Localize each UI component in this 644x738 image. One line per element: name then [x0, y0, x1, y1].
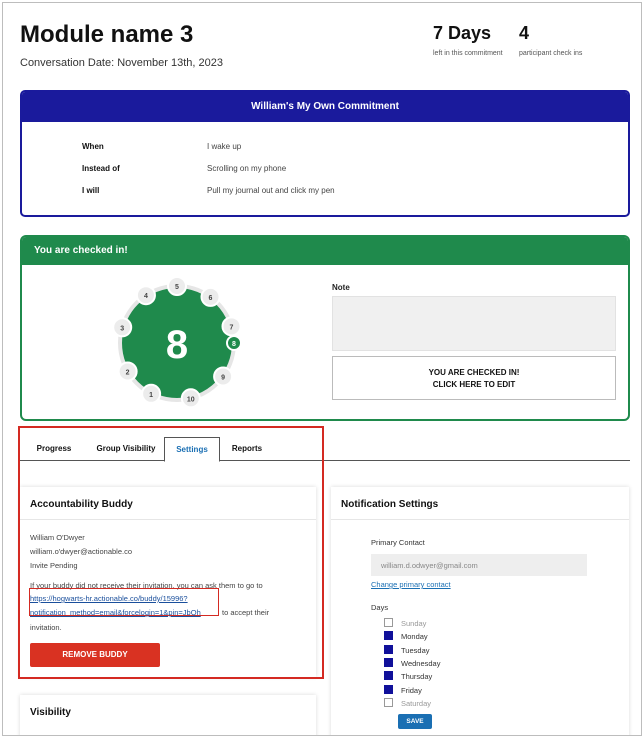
primary-contact-input[interactable]	[371, 554, 587, 576]
dial-day-label: 8	[232, 341, 236, 348]
check-ins-value: 4	[519, 23, 530, 43]
day-label: Friday	[401, 685, 422, 695]
dial-day-label: 2	[126, 370, 130, 377]
dial-day-label: 5	[175, 284, 179, 291]
edit-checkin-line2: CLICK HERE TO EDIT	[432, 380, 516, 389]
dial-day-9[interactable]: 9	[213, 366, 234, 387]
edit-checkin-line1: YOU ARE CHECKED IN!	[428, 368, 520, 377]
dial-day-label: 10	[187, 396, 195, 403]
dial-day-10[interactable]: 10	[180, 388, 201, 409]
conversation-date: Conversation Date: November 13th, 2023	[20, 57, 224, 69]
commitment-value: Pull my journal out and click my pen	[207, 186, 335, 195]
dial-day-2[interactable]: 2	[117, 361, 138, 382]
page-title: Module name 3	[20, 21, 194, 48]
days-left-stat: 7 Days left in this commitment	[433, 23, 503, 57]
day-checkbox[interactable]	[384, 644, 393, 654]
day-checkbox[interactable]	[384, 657, 393, 667]
commitment-key: When	[82, 142, 104, 151]
notification-settings-panel: Notification Settings Primary Contact Ch…	[331, 487, 629, 735]
notification-title: Notification Settings	[341, 499, 439, 510]
day-label: Saturday	[401, 698, 432, 708]
dial-day-8[interactable]: 8	[226, 335, 242, 351]
dial-day-1[interactable]: 1	[141, 383, 162, 404]
day-label: Tuesday	[401, 645, 430, 655]
visibility-title: Visibility	[30, 707, 71, 718]
check-ins-stat: 4 participant check ins	[519, 23, 582, 57]
dial-day-4[interactable]: 4	[135, 285, 156, 306]
edit-checkin-button[interactable]: YOU ARE CHECKED IN! CLICK HERE TO EDIT	[332, 356, 616, 400]
checkin-card: You are checked in! 1 2 3 4 5 6 7 8 9 10 8 Note Y…	[20, 235, 630, 421]
checkin-current-number: 8	[166, 323, 188, 367]
change-primary-contact-link[interactable]: Change primary contact	[371, 580, 451, 589]
commitment-card: William's My Own Commitment When I wake …	[20, 90, 630, 217]
dial-day-label: 6	[209, 295, 213, 302]
note-input[interactable]	[332, 296, 616, 351]
day-checkbox[interactable]	[384, 671, 393, 681]
day-checkbox[interactable]	[384, 631, 393, 641]
dial-day-label: 9	[221, 375, 225, 382]
dial-day-5[interactable]: 5	[167, 276, 187, 296]
divider	[331, 519, 629, 520]
day-checkbox[interactable]	[384, 684, 393, 694]
dial-day-3[interactable]: 3	[112, 317, 133, 338]
commitment-key: Instead of	[82, 164, 120, 173]
highlight-annotation	[18, 426, 324, 679]
commitment-key: I will	[82, 186, 100, 195]
dial-day-label: 4	[144, 293, 148, 300]
visibility-panel: Visibility	[20, 695, 316, 735]
days-left-value: 7 Days	[433, 23, 492, 43]
save-button[interactable]: SAVE	[398, 714, 432, 729]
commitment-title: William's My Own Commitment	[22, 92, 628, 122]
day-label: Sunday	[401, 619, 427, 628]
check-ins-label: participant check ins	[519, 50, 583, 57]
note-label: Note	[332, 283, 350, 292]
checkin-dial: 1 2 3 4 5 6 7 8 9 10 8	[112, 276, 242, 409]
day-label: Wednesday	[401, 658, 441, 668]
day-label: Monday	[401, 632, 428, 642]
day-label: Thursday	[401, 672, 433, 682]
days-label: Days	[371, 603, 389, 612]
days-left-label: left in this commitment	[433, 50, 503, 57]
page-frame: Module name 3 Conversation Date: Novembe…	[2, 2, 642, 736]
dial-day-label: 7	[230, 324, 234, 331]
commitment-value: I wake up	[207, 142, 242, 151]
dial-day-label: 3	[120, 325, 124, 332]
primary-contact-label: Primary Contact	[371, 538, 425, 547]
dial-day-label: 1	[149, 392, 153, 399]
dial-day-7[interactable]: 7	[221, 316, 242, 337]
day-checkbox[interactable]	[384, 697, 393, 707]
dial-day-6[interactable]: 6	[200, 286, 221, 307]
commitment-value: Scrolling on my phone	[207, 164, 287, 173]
day-checkbox[interactable]	[384, 618, 393, 627]
